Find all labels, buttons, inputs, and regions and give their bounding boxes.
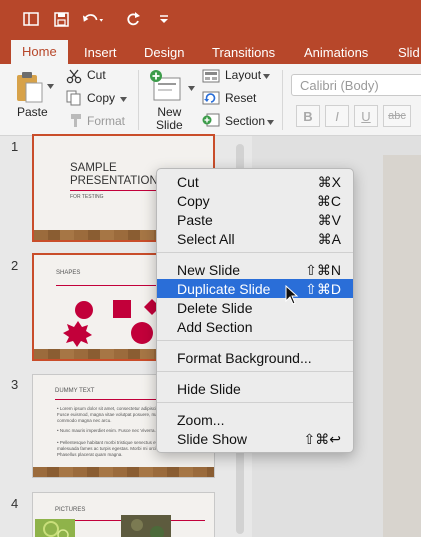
section-button[interactable]: Section [225,114,265,128]
format-painter-icon[interactable] [66,113,82,129]
slide-number: 3 [11,377,19,392]
menu-item-label: Select All [177,231,235,247]
menu-item-label: Delete Slide [177,300,253,316]
menu-item-zoom[interactable]: Zoom... [157,410,353,429]
current-slide-canvas[interactable] [383,155,421,537]
ribbon-home: Paste Cut Copy Format New Slide Layout R… [0,64,421,136]
bold-button[interactable]: B [296,105,320,127]
menu-item-shortcut: ⇧⌘D [305,281,341,297]
ribbon-tabs: Home Insert Design Transitions Animation… [0,40,421,64]
menu-item-hide-slide[interactable]: Hide Slide [157,379,353,398]
menu-item-copy[interactable]: Copy ⌘C [157,191,353,210]
menu-item-new-slide[interactable]: New Slide ⇧⌘N [157,260,353,279]
menu-item-cut[interactable]: Cut ⌘X [157,172,353,191]
scissors-icon[interactable] [66,68,82,84]
copy-icon[interactable] [66,90,82,106]
menu-item-shortcut: ⇧⌘↩ [303,431,341,447]
menu-item-label: Duplicate Slide [177,281,271,297]
menu-item-label: Slide Show [177,431,248,447]
new-slide-button-label[interactable]: New Slide [156,106,183,132]
paste-dropdown-icon[interactable] [46,82,54,90]
pictures-illustration [35,515,171,537]
section-icon[interactable] [202,112,220,128]
menu-separator [157,340,353,341]
tab-home[interactable]: Home [11,40,68,64]
menu-item-shortcut: ⌘V [317,212,341,228]
menu-separator [157,371,353,372]
save-icon[interactable] [50,8,72,30]
title-rule [70,190,160,191]
menu-item-label: Copy [177,193,210,209]
menu-item-format-background[interactable]: Format Background... [157,348,353,367]
reset-icon[interactable] [202,90,220,106]
tab-slideshow[interactable]: Slid [398,45,420,60]
menu-item-shortcut: ⇧⌘N [305,262,341,278]
layout-button[interactable]: Layout [225,68,261,82]
copy-button[interactable]: Copy [87,91,115,105]
font-name-select[interactable]: Calibri (Body) [291,74,421,96]
menu-item-label: Format Background... [177,350,312,366]
menu-item-label: Zoom... [177,412,225,428]
tab-design[interactable]: Design [144,45,184,60]
title-bar [0,0,421,40]
slide-thumbnail-4[interactable]: PICTURES [32,492,215,537]
menu-item-add-section[interactable]: Add Section [157,317,353,336]
menu-item-paste[interactable]: Paste ⌘V [157,210,353,229]
underline-button[interactable]: U [354,105,378,127]
menu-item-label: Hide Slide [177,381,241,397]
context-menu: Cut ⌘X Copy ⌘C Paste ⌘V Select All ⌘A Ne… [156,168,354,453]
layout-dropdown-icon[interactable] [262,72,270,80]
slide-title: DUMMY TEXT [55,388,95,394]
slide-number: 1 [11,139,19,154]
menu-item-label: Paste [177,212,213,228]
tab-transitions[interactable]: Transitions [212,45,275,60]
slide-number: 2 [11,258,19,273]
cut-button[interactable]: Cut [87,68,106,82]
redo-icon[interactable] [122,8,144,30]
ribbon-divider [282,70,283,130]
format-painter-button[interactable]: Format [87,114,125,128]
new-slide-dropdown-icon[interactable] [187,84,195,92]
wood-floor [33,467,214,477]
section-dropdown-icon[interactable] [266,118,274,126]
mouse-pointer-icon [285,284,299,310]
menu-item-shortcut: ⌘X [317,174,341,190]
layout-icon[interactable] [202,68,220,84]
menu-item-shortcut: ⌘C [316,193,341,209]
reset-button[interactable]: Reset [225,91,256,105]
menu-item-select-all[interactable]: Select All ⌘A [157,229,353,248]
menu-separator [157,252,353,253]
slide-number: 4 [11,496,19,511]
menu-item-label: Cut [177,174,199,190]
menu-item-slide-show[interactable]: Slide Show ⇧⌘↩ [157,429,353,448]
slide-subtitle: FOR TESTING [70,194,104,200]
copy-dropdown-icon[interactable] [119,95,127,103]
slide-title: SAMPLE PRESENTATION [70,162,158,187]
tab-insert[interactable]: Insert [84,45,117,60]
undo-icon[interactable] [82,8,104,30]
menu-item-label: Add Section [177,319,253,335]
menu-separator [157,402,353,403]
italic-button[interactable]: I [325,105,349,127]
strikethrough-button[interactable]: abc [383,105,411,127]
paste-button-label[interactable]: Paste [17,105,48,119]
ribbon-divider [138,70,139,130]
slide-body-text: • Nunc mauris imperdiet enim. Fusce nec … [57,428,156,433]
menu-item-duplicate-slide[interactable]: Duplicate Slide ⇧⌘D [157,279,353,298]
menu-item-label: New Slide [177,262,241,278]
customize-icon[interactable] [153,8,175,30]
paste-icon[interactable] [12,70,46,104]
tab-animations[interactable]: Animations [304,45,368,60]
menu-item-delete-slide[interactable]: Delete Slide [157,298,353,317]
new-slide-icon[interactable] [147,68,185,104]
sidebar-toggle-icon[interactable] [20,8,42,30]
menu-item-shortcut: ⌘A [317,231,341,247]
